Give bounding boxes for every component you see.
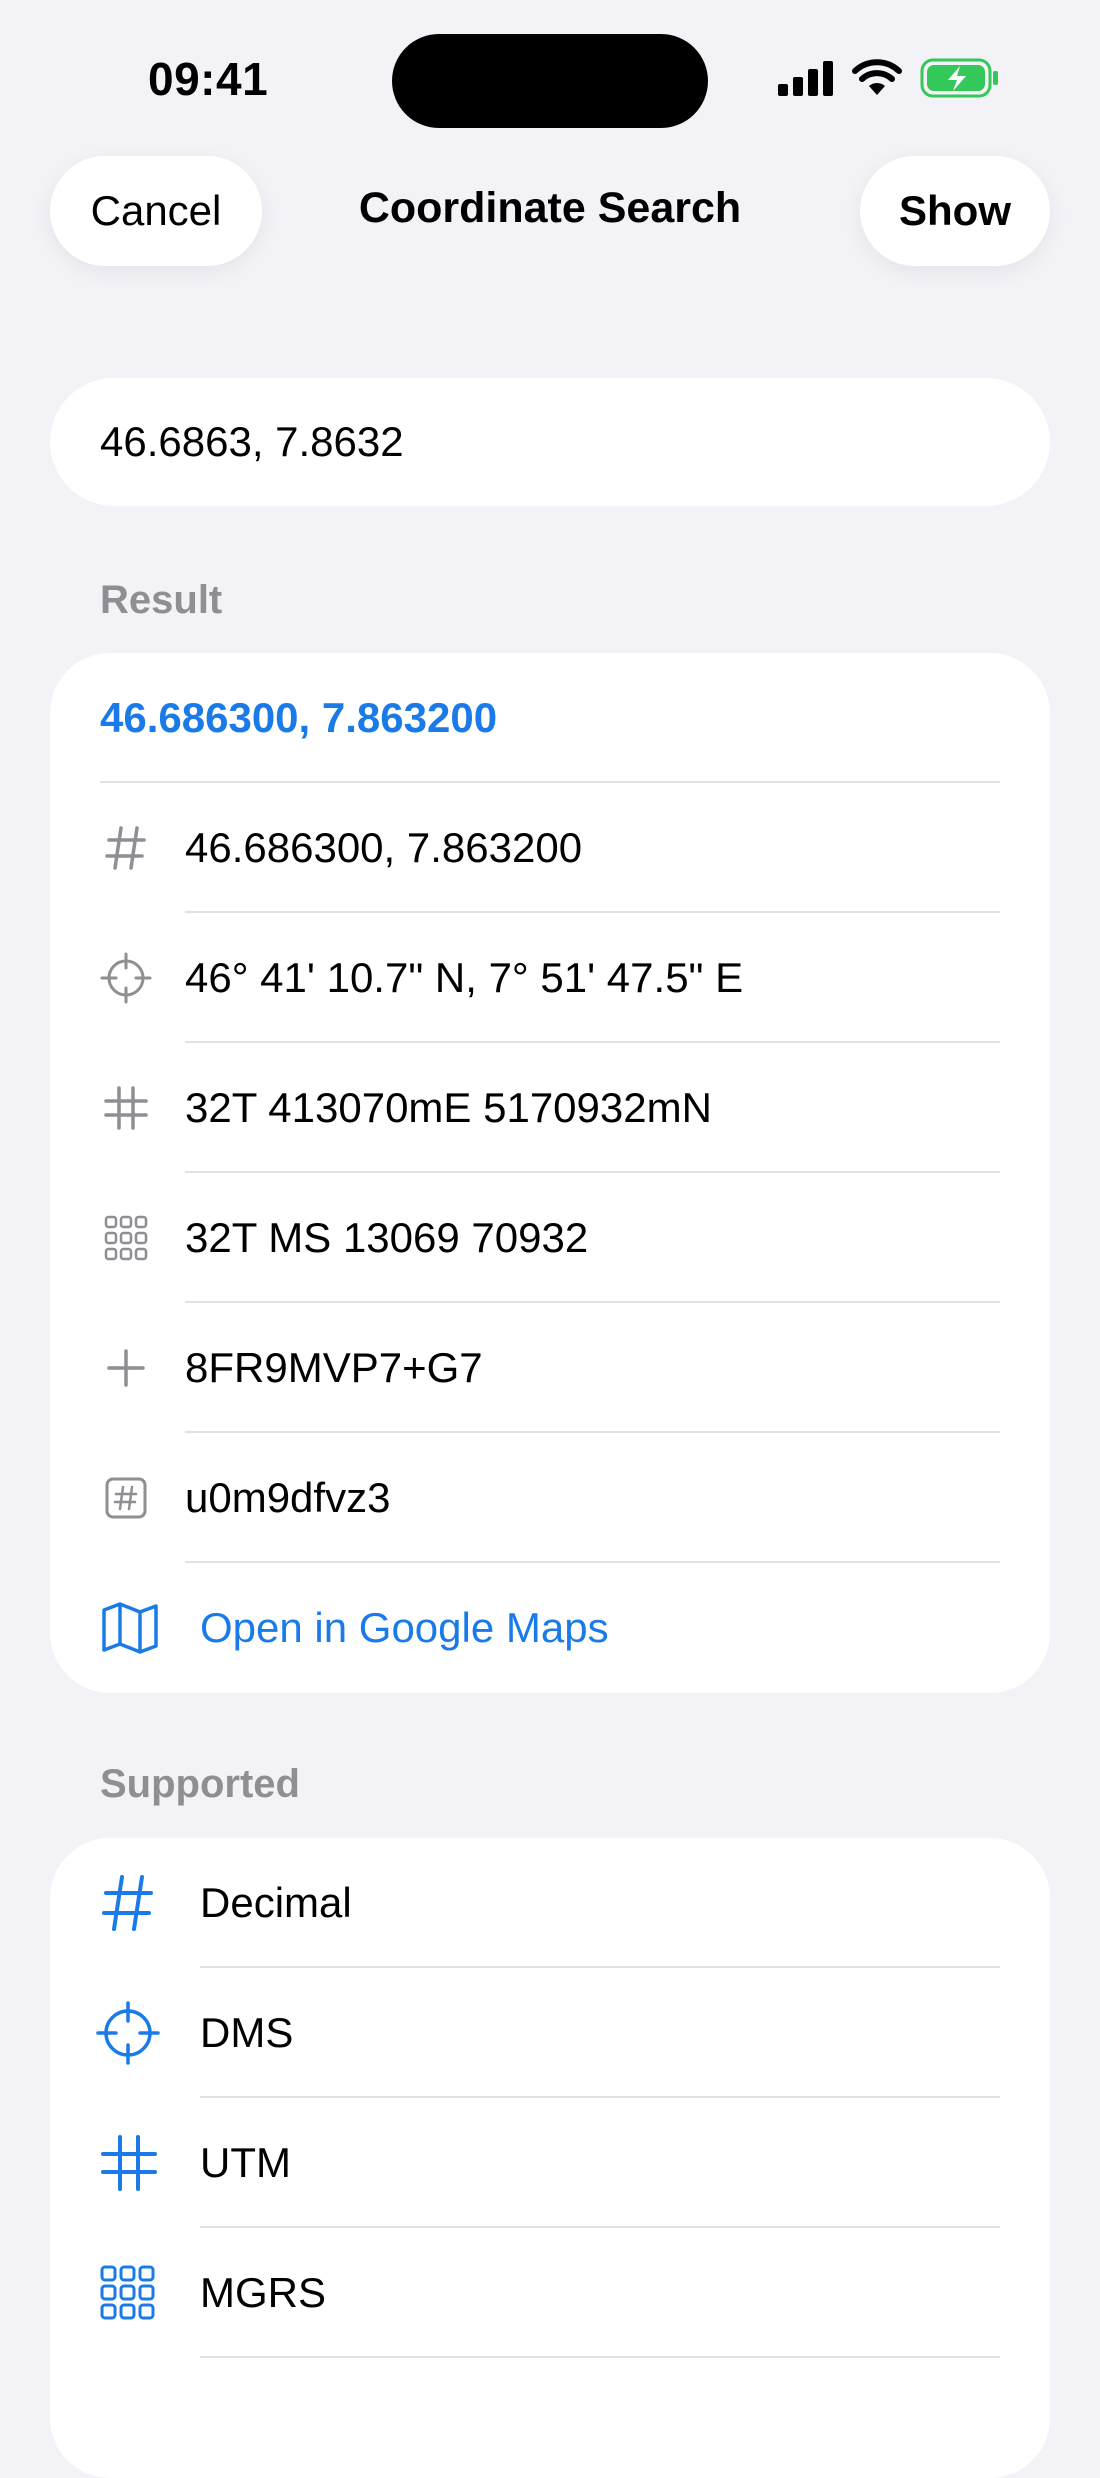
result-title-row[interactable]: 46.686300, 7.863200 xyxy=(50,653,1050,783)
supported-dms-label: DMS xyxy=(200,2009,294,2056)
search-input-value: 46.6863, 7.8632 xyxy=(100,418,404,465)
result-row-dms[interactable]: 46° 41' 10.7" N, 7° 51' 47.5" E xyxy=(50,913,1050,1043)
supported-card: Decimal DMS UTM MGRS xyxy=(50,1838,1050,2478)
supported-decimal-label: Decimal xyxy=(200,1879,352,1926)
show-button[interactable]: Show xyxy=(860,156,1050,266)
supported-section-header: Supported xyxy=(100,1762,300,1806)
number-sign-icon xyxy=(100,1873,156,1933)
navigation-bar: Cancel Coordinate Search Show xyxy=(0,150,1100,270)
hash-box-icon xyxy=(100,1472,152,1524)
status-icons xyxy=(778,58,1000,98)
wifi-icon xyxy=(852,59,902,95)
result-plus-code-text: 8FR9MVP7+G7 xyxy=(185,1344,483,1391)
open-google-maps-link[interactable]: Open in Google Maps xyxy=(50,1563,1050,1693)
result-row-utm[interactable]: 32T 413070mE 5170932mN xyxy=(50,1043,1050,1173)
supported-item-decimal[interactable]: Decimal xyxy=(50,1838,1050,1968)
dot-grid-icon xyxy=(100,1212,152,1264)
dynamic-island xyxy=(392,34,708,128)
crosshair-icon xyxy=(100,952,152,1004)
grid-hash-icon xyxy=(100,1082,152,1134)
supported-item-dms[interactable]: DMS xyxy=(50,1968,1050,2098)
number-sign-icon xyxy=(100,822,152,874)
status-bar: 09:41 xyxy=(0,0,1100,150)
result-decimal-text: 46.686300, 7.863200 xyxy=(185,824,583,871)
map-icon xyxy=(100,1600,160,1656)
result-row-plus-code[interactable]: 8FR9MVP7+G7 xyxy=(50,1303,1050,1433)
crosshair-icon xyxy=(96,2001,160,2065)
supported-mgrs-label: MGRS xyxy=(200,2269,326,2316)
cellular-signal-icon xyxy=(778,61,833,96)
result-utm-text: 32T 413070mE 5170932mN xyxy=(185,1084,712,1131)
open-google-maps-text: Open in Google Maps xyxy=(200,1604,609,1651)
coordinate-search-input[interactable]: 46.6863, 7.8632 xyxy=(50,378,1050,506)
supported-item-mgrs[interactable]: MGRS xyxy=(50,2228,1050,2358)
result-card: 46.686300, 7.863200 46.686300, 7.863200 … xyxy=(50,653,1050,1693)
result-section-header: Result xyxy=(100,578,223,622)
grid-hash-icon xyxy=(100,2134,158,2192)
divider xyxy=(200,2356,1000,2358)
battery-charging-icon xyxy=(920,58,998,98)
supported-item-utm[interactable]: UTM xyxy=(50,2098,1050,2228)
result-geohash-text: u0m9dfvz3 xyxy=(185,1474,391,1521)
result-row-decimal[interactable]: 46.686300, 7.863200 xyxy=(50,783,1050,913)
plus-icon xyxy=(100,1342,152,1394)
dot-grid-icon xyxy=(100,2265,156,2321)
result-row-mgrs[interactable]: 32T MS 13069 70932 xyxy=(50,1173,1050,1303)
supported-utm-label: UTM xyxy=(200,2139,291,2186)
result-row-geohash[interactable]: u0m9dfvz3 xyxy=(50,1433,1050,1563)
result-title: 46.686300, 7.863200 xyxy=(100,694,498,741)
status-time: 09:41 xyxy=(148,53,269,105)
result-dms-text: 46° 41' 10.7" N, 7° 51' 47.5" E xyxy=(185,954,744,1001)
result-mgrs-text: 32T MS 13069 70932 xyxy=(185,1214,589,1261)
